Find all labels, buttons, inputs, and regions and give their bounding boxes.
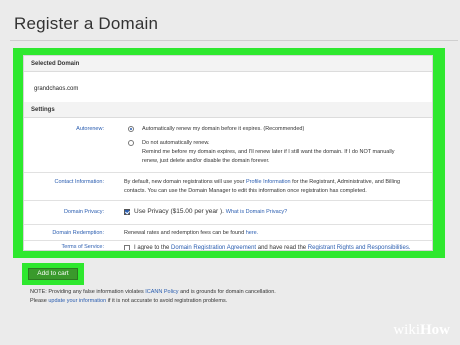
icann-policy-link[interactable]: ICANN Policy [145,289,178,295]
contact-info-line2: contacts. You can use the Domain Manager… [124,188,367,194]
autorenew-manual-line1: Do not automatically renew. [142,140,210,146]
contact-info-line1: By default, new domain registrations wil… [124,178,400,186]
autorenew-auto-radio[interactable] [128,126,134,132]
contact-info-label: Contact Information: [54,179,104,185]
autorenew-manual-line3: renew, just delete and/or disable the do… [142,158,270,164]
redemption-line: Renewal rates and redemption fees can be… [124,229,258,237]
contact-info-text-post: for the Registrant, Administrative, and … [292,179,401,185]
autorenew-manual-radio[interactable] [128,140,134,146]
registration-agreement-link[interactable]: Domain Registration Agreement [171,245,256,250]
row-divider [24,240,432,241]
domain-redemption-label: Domain Redemption: [52,230,104,236]
note-line2: Please update your information if it is … [30,298,227,304]
domain-form-panel: Selected Domain grandchaos.com Settings … [23,55,433,251]
row-divider [24,200,432,201]
use-privacy-checkbox[interactable] [124,209,130,215]
registrant-rights-link[interactable]: Registrant Rights and Responsibilities. [308,245,411,250]
use-privacy-label: Use Privacy ($15.00 per year ). [134,208,224,215]
row-divider [24,224,432,225]
note-text-post: and is grounds for domain cancellation. [180,289,276,295]
selected-domain-value: grandchaos.com [34,86,79,92]
domain-privacy-label: Domain Privacy: [63,209,104,215]
terms-checkbox[interactable] [124,245,130,250]
watermark-suffix: How [420,322,450,338]
wikihow-watermark: wikiHow [393,322,450,339]
terms-text: I agree to the [134,245,170,251]
note-line1: NOTE: Providing any false information vi… [30,289,276,295]
add-to-cart-button[interactable]: Add to cart [28,268,78,280]
register-domain-page: Register a Domain Selected Domain grandc… [0,0,460,345]
terms-text-mid: and have read the [257,245,307,251]
selected-domain-heading: Selected Domain [24,56,432,72]
contact-info-text: By default, new domain registrations wil… [124,179,245,185]
watermark-prefix: wiki [393,322,420,338]
note-text: NOTE: Providing any false information vi… [30,289,144,295]
row-divider [24,172,432,173]
autorenew-auto-text: Automatically renew my domain before it … [142,126,305,132]
redemption-text: Renewal rates and redemption fees can be… [124,230,245,236]
note2-text: Please [30,298,47,304]
terms-line: I agree to the Domain Registration Agree… [134,244,411,251]
redemption-here-link[interactable]: here. [246,230,259,236]
title-divider [10,40,458,41]
note2-text-post: if it is not accurate to avoid registrat… [107,298,228,304]
update-information-link[interactable]: update your information [48,298,106,304]
autorenew-manual-line2: Remind me before my domain expires, and … [142,149,395,155]
terms-label: Terms of Service: [61,244,104,250]
page-title: Register a Domain [14,14,159,33]
autorenew-label: Autorenew: [76,126,104,132]
settings-heading: Settings [24,102,432,118]
profile-information-link[interactable]: Profile Information [246,179,291,185]
what-is-privacy-link[interactable]: What is Domain Privacy? [226,209,287,215]
use-privacy-line: Use Privacy ($15.00 per year ). What is … [134,208,287,216]
